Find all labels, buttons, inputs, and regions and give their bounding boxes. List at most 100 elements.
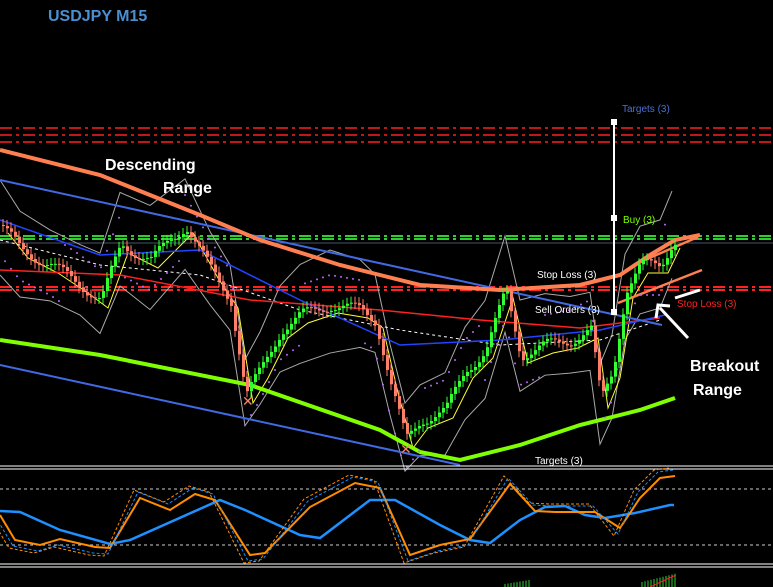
candle-body [378, 324, 381, 339]
candle-body [126, 246, 129, 252]
sar-dot [424, 387, 426, 389]
candle-body [522, 351, 525, 361]
sar-dot [478, 325, 480, 327]
sar-dot [220, 255, 222, 258]
sar-dot [460, 347, 462, 349]
buy-levels [0, 235, 773, 240]
candle-body [582, 335, 585, 340]
sar-dot [418, 450, 420, 453]
sar-dot [82, 256, 84, 259]
candle-body [286, 329, 289, 335]
sar-dot [514, 362, 516, 365]
sar-dot [142, 285, 144, 288]
candle-body [66, 267, 69, 271]
sar-dot [358, 278, 360, 281]
sar-dot [136, 282, 138, 285]
candle-body [190, 232, 193, 238]
candle-body [670, 250, 673, 259]
candle-body [414, 428, 417, 431]
candle-body [346, 303, 349, 306]
candle-body [534, 350, 537, 355]
candle-body [242, 354, 245, 377]
sar-dot [430, 384, 432, 387]
sar-dot [376, 357, 378, 360]
candle-body [510, 290, 513, 312]
label-stop-loss-right: Stop Loss (3) [677, 299, 736, 310]
candle-body [666, 258, 669, 265]
candle-body [138, 257, 141, 260]
candle-body [146, 257, 149, 259]
candle-body [474, 366, 477, 371]
sar-dot [124, 276, 126, 279]
sar-dot [442, 379, 444, 382]
candle-body [566, 343, 569, 346]
candle-body [90, 295, 93, 298]
candle-body [366, 309, 369, 315]
sar-dot [640, 294, 642, 296]
candle-body [22, 243, 25, 250]
sar-dot [340, 275, 342, 278]
candle-body [674, 244, 677, 251]
candle-body [426, 423, 429, 425]
candle-body [182, 233, 185, 238]
sar-dot [658, 294, 660, 296]
candle-body [6, 225, 9, 229]
candle-body [478, 362, 481, 367]
sar-dot [496, 343, 498, 345]
candle-body [622, 314, 625, 339]
candle-body [186, 232, 189, 234]
candle-body [18, 236, 21, 244]
sar-dot [604, 416, 606, 419]
candle-body [458, 381, 461, 387]
candle-body [246, 376, 249, 392]
candle-body [550, 338, 553, 340]
sar-dot [388, 409, 390, 412]
sar-dot [202, 226, 204, 229]
sar-dot [412, 458, 414, 461]
sar-dot [76, 252, 78, 254]
candle-body [554, 338, 557, 340]
chart-title: USDJPY M15 [48, 8, 147, 25]
sar-dot [262, 393, 264, 395]
candle-body [302, 308, 305, 313]
candle-body [62, 264, 65, 268]
candle-body [646, 259, 649, 261]
sar-dot [52, 296, 54, 298]
sar-dot [448, 371, 450, 373]
candle-body [446, 402, 449, 409]
sar-dot [160, 278, 162, 280]
candle-body [74, 276, 77, 282]
candle-body [650, 259, 653, 261]
sar-dot [34, 286, 36, 289]
candle-body [50, 263, 53, 265]
sar-dot [256, 404, 258, 406]
candle-body [370, 314, 373, 321]
candle-body [2, 225, 5, 226]
candle-body [342, 305, 345, 309]
candle-body [590, 325, 593, 331]
annotation-range: Range [163, 180, 212, 197]
candle-body [98, 297, 101, 299]
sar-dot [352, 277, 354, 280]
candle-body [374, 320, 377, 325]
candle-body [634, 273, 637, 284]
candle-body [402, 408, 405, 424]
candle-body [450, 394, 453, 403]
sar-dot [88, 260, 90, 263]
sar-dot [10, 267, 12, 270]
candle-body [82, 287, 85, 293]
range-marker[interactable] [611, 119, 617, 315]
annotation-breakout-range: Range [693, 382, 742, 399]
sar-dot [94, 265, 96, 268]
candle-body [274, 346, 277, 352]
candle-body [482, 356, 485, 363]
candle-body [486, 347, 489, 357]
label-stop-loss-left: Stop Loss (3) [537, 270, 596, 281]
candle-body [282, 334, 285, 340]
candle-body [382, 338, 385, 356]
candle-body [218, 272, 221, 282]
sar-dot [16, 275, 18, 278]
candle-body [270, 351, 273, 357]
candle-body [230, 298, 233, 306]
sar-dot [310, 280, 312, 283]
